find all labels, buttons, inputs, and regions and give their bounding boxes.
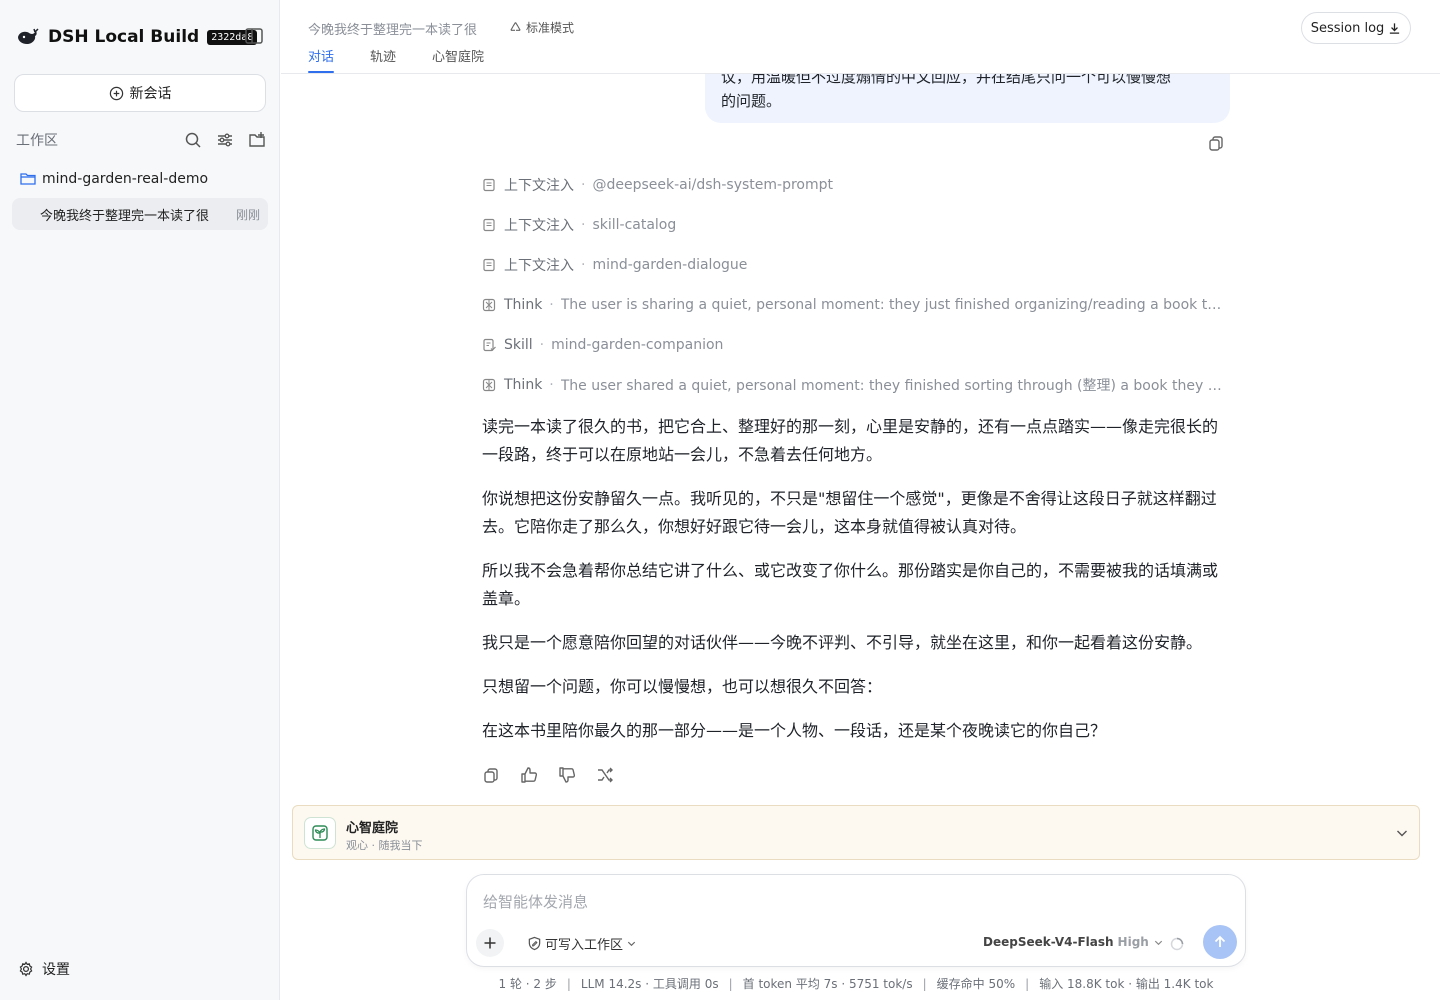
step-detail: mind-garden-dialogue xyxy=(592,257,748,273)
shield-edit-icon xyxy=(527,936,542,951)
document-icon xyxy=(482,258,496,272)
brain-icon xyxy=(482,298,496,312)
model-level: High xyxy=(1117,935,1149,949)
message-actions xyxy=(482,766,634,784)
folder-name: mind-garden-real-demo xyxy=(42,171,209,187)
status-turns: 1 轮 · 2 步 xyxy=(498,977,557,991)
page-title: 今晚我终于整理完一本读了很 xyxy=(308,23,478,38)
folder-icon xyxy=(20,171,36,187)
trace-step[interactable]: 上下文注入 · @deepseek-ai/dsh-system-prompt xyxy=(482,175,1230,195)
plus-icon xyxy=(483,936,497,950)
tab-trace[interactable]: 轨迹 xyxy=(370,46,396,74)
chevron-down-icon xyxy=(1153,937,1164,948)
thumbs-up-icon[interactable] xyxy=(520,766,538,784)
step-kind: 上下文注入 xyxy=(504,178,574,194)
brand: DSH Local Build 2322da8 xyxy=(16,24,258,50)
brand-title: DSH Local Build xyxy=(48,27,200,47)
thumbs-down-icon[interactable] xyxy=(558,766,576,784)
tab-bar: 对话 轨迹 心智庭院 xyxy=(308,46,520,74)
status-io: 输入 18.8K tok · 输出 1.4K tok xyxy=(1039,977,1214,991)
session-log-label: Session log xyxy=(1310,20,1385,36)
copy-icon[interactable] xyxy=(1207,134,1225,152)
status-cache: 缓存命中 50% xyxy=(936,977,1016,991)
session-time: 刚刚 xyxy=(235,207,260,222)
branch-icon[interactable] xyxy=(596,766,614,784)
step-kind: Skill xyxy=(504,337,533,353)
arrow-up-icon xyxy=(1212,934,1228,950)
document-icon xyxy=(482,218,496,232)
search-icon[interactable] xyxy=(184,131,202,149)
workspace-folder[interactable]: mind-garden-real-demo xyxy=(20,168,208,190)
top-header: 今晚我终于整理完一本读了很 标准模式 对话 轨迹 心智庭院 Session lo… xyxy=(281,0,1440,74)
step-detail: The user is sharing a quiet, personal mo… xyxy=(560,297,1230,313)
copy-icon[interactable] xyxy=(482,766,500,784)
document-icon xyxy=(482,178,496,192)
settings-button[interactable]: 设置 xyxy=(18,958,70,980)
workspace-header: 工作区 xyxy=(16,128,266,152)
status-bar: 1 轮 · 2 步 | LLM 14.2s · 工具调用 0s | 首 token 平均… xyxy=(498,977,1214,991)
answer-paragraph: 只想留一个问题，你可以慢慢想，也可以想很久不回答： xyxy=(482,677,883,696)
new-folder-icon[interactable] xyxy=(248,131,266,149)
garden-title: 心智庭院 xyxy=(346,821,399,836)
answer-paragraph: 你说想把这份安静留久一点。我听见的，不只是"想留住一个感觉"，更像是不舍得让这段… xyxy=(482,489,1217,536)
trace-step[interactable]: Think · The user shared a quiet, personal… xyxy=(482,375,1230,395)
step-detail: @deepseek-ai/dsh-system-prompt xyxy=(592,177,834,193)
user-message-line-2: 的问题。 xyxy=(721,92,782,110)
step-kind: 上下文注入 xyxy=(504,258,574,274)
step-detail: The user shared a quiet, personal moment… xyxy=(560,378,1230,394)
tab-dialogue[interactable]: 对话 xyxy=(308,46,335,74)
chevron-down-icon[interactable] xyxy=(1394,825,1410,841)
workspace-label: 工作区 xyxy=(16,133,58,149)
trace-step[interactable]: 上下文注入 · mind-garden-dialogue xyxy=(482,255,1230,275)
message-input[interactable] xyxy=(483,889,1223,915)
settings-label: 设置 xyxy=(42,962,70,978)
garden-subtitle: 观心 · 随我当下 xyxy=(346,839,423,852)
whale-logo-icon xyxy=(16,25,40,49)
chevron-down-icon xyxy=(626,938,637,949)
tab-mind-garden[interactable]: 心智庭院 xyxy=(432,46,484,74)
trace-step[interactable]: Think · The user is sharing a quiet, pers… xyxy=(482,295,1230,315)
skill-icon xyxy=(482,338,496,352)
session-item[interactable]: 今晚我终于整理完一本读了很 刚刚 xyxy=(12,198,268,230)
permission-select[interactable]: 可写入工作区 xyxy=(527,934,640,953)
sidebar-toggle-icon[interactable] xyxy=(244,26,264,46)
mode-label: 标准模式 xyxy=(526,21,575,35)
permission-label: 可写入工作区 xyxy=(545,938,624,953)
filter-sliders-icon[interactable] xyxy=(216,131,234,149)
answer-paragraph: 读完一本读了很久的书，把它合上、整理好的那一刻，心里是安静的，还有一点点踏实——… xyxy=(482,417,1219,464)
answer-paragraph: 我只是一个愿意陪你回望的对话伙伴——今晚不评判、不引导，就坐在这里，和你一起看着… xyxy=(482,633,1203,652)
model-name: DeepSeek-V4-Flash xyxy=(983,935,1114,949)
model-select[interactable]: DeepSeek-V4-Flash High xyxy=(983,935,1164,949)
sidebar: DSH Local Build 2322da8 新会话 工作区 mind-gar… xyxy=(0,0,280,1000)
brain-icon xyxy=(482,378,496,392)
gear-icon xyxy=(18,961,34,977)
trace-step[interactable]: Skill · mind-garden-companion xyxy=(482,335,1230,355)
composer: 可写入工作区 DeepSeek-V4-Flash High xyxy=(466,874,1246,967)
mode-tag[interactable]: 标准模式 xyxy=(509,19,574,36)
answer-paragraph: 所以我不会急着帮你总结它讲了什么、或它改变了你什么。那份踏实是你自己的，不需要被… xyxy=(482,561,1219,608)
session-log-button[interactable]: Session log xyxy=(1301,12,1411,44)
status-token: 首 token 平均 7s · 5751 tok/s xyxy=(742,977,913,991)
status-llm: LLM 14.2s · 工具调用 0s xyxy=(580,977,719,991)
answer-paragraph: 在这本书里陪你最久的那一部分——是一个人物、一段话，还是某个夜晚读它的你自己？ xyxy=(482,721,1107,740)
session-title: 今晚我终于整理完一本读了很 xyxy=(40,208,210,224)
loading-spinner-icon xyxy=(1169,936,1185,952)
recycle-icon xyxy=(509,21,522,34)
attach-button[interactable] xyxy=(476,929,504,957)
step-kind: 上下文注入 xyxy=(504,218,574,234)
new-chat-button[interactable]: 新会话 xyxy=(14,74,266,112)
mind-garden-panel[interactable]: 心智庭院 观心 · 随我当下 xyxy=(292,805,1420,860)
new-chat-label: 新会话 xyxy=(129,86,172,102)
plus-circle-icon xyxy=(109,86,124,101)
step-detail: mind-garden-companion xyxy=(551,337,724,353)
step-detail: skill-catalog xyxy=(592,217,677,233)
download-icon xyxy=(1388,22,1401,35)
sprout-icon xyxy=(304,817,336,849)
step-kind: Think xyxy=(504,377,543,393)
send-button[interactable] xyxy=(1203,925,1237,959)
step-kind: Think xyxy=(504,297,543,313)
trace-step[interactable]: 上下文注入 · skill-catalog xyxy=(482,215,1230,235)
